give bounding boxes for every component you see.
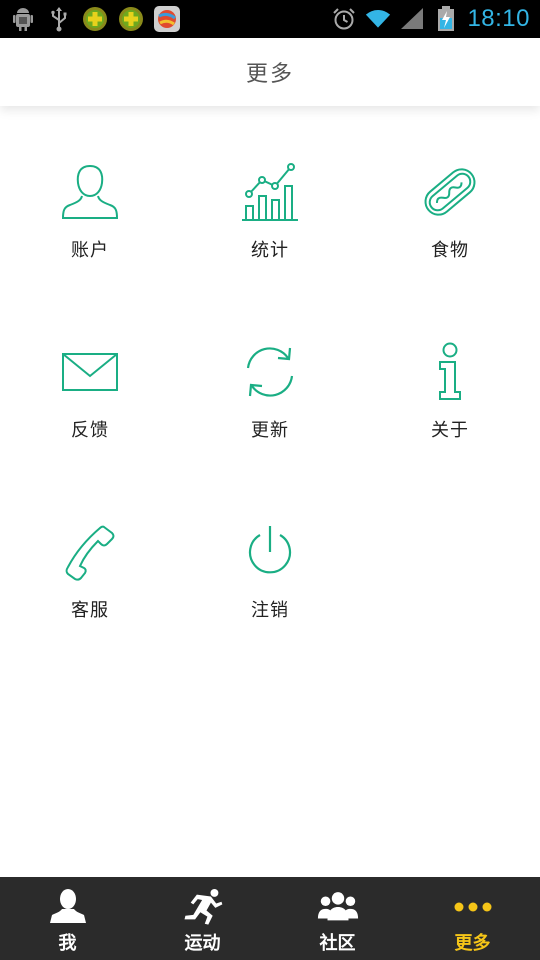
page-header: 更多 bbox=[0, 38, 540, 106]
customer-service-phone-icon bbox=[58, 522, 122, 582]
app-plus-icon bbox=[82, 6, 108, 32]
status-bar-system: 18:10 bbox=[331, 4, 530, 34]
grid-item-label: 统计 bbox=[251, 240, 289, 261]
bottom-nav: 我 运动 社区 更多 bbox=[0, 877, 540, 960]
grid-item-about[interactable]: 关于 bbox=[360, 286, 540, 441]
alarm-icon bbox=[331, 6, 357, 32]
runner-icon bbox=[181, 885, 225, 929]
community-icon bbox=[316, 885, 360, 929]
statistics-icon bbox=[238, 162, 302, 222]
feedback-mail-icon bbox=[58, 342, 122, 402]
page-title: 更多 bbox=[245, 62, 294, 87]
nav-label: 更多 bbox=[454, 933, 491, 954]
grid-item-update[interactable]: 更新 bbox=[180, 286, 360, 441]
grid-item-label: 注销 bbox=[251, 600, 289, 621]
more-dots-icon bbox=[451, 885, 495, 929]
logout-power-icon bbox=[238, 522, 302, 582]
nav-item-more[interactable]: 更多 bbox=[405, 877, 540, 960]
signal-icon bbox=[399, 6, 425, 32]
grid-item-food[interactable]: 食物 bbox=[360, 106, 540, 261]
wifi-icon bbox=[365, 6, 391, 32]
grid-item-label: 关于 bbox=[431, 420, 469, 441]
grid-item-feedback[interactable]: 反馈 bbox=[0, 286, 180, 441]
grid-item-label: 食物 bbox=[431, 240, 469, 261]
nav-label: 运动 bbox=[184, 933, 221, 954]
android-debug-icon bbox=[10, 6, 36, 32]
status-time: 18:10 bbox=[467, 5, 530, 32]
nav-item-sport[interactable]: 运动 bbox=[135, 877, 270, 960]
about-info-icon bbox=[418, 342, 482, 402]
grid-item-logout[interactable]: 注销 bbox=[180, 466, 360, 621]
person-icon bbox=[46, 885, 90, 929]
grid-item-label: 客服 bbox=[71, 600, 109, 621]
app-ball-icon bbox=[154, 6, 180, 32]
grid-item-statistics[interactable]: 统计 bbox=[180, 106, 360, 261]
nav-label: 我 bbox=[58, 933, 77, 954]
food-hotdog-icon bbox=[418, 162, 482, 222]
grid-item-account[interactable]: 账户 bbox=[0, 106, 180, 261]
battery-charging-icon bbox=[433, 6, 459, 32]
status-bar: 18:10 bbox=[0, 0, 540, 38]
nav-item-me[interactable]: 我 bbox=[0, 877, 135, 960]
grid-item-customer-service[interactable]: 客服 bbox=[0, 466, 180, 621]
usb-icon bbox=[46, 6, 72, 32]
nav-label: 社区 bbox=[319, 933, 356, 954]
grid-item-label: 账户 bbox=[71, 240, 109, 261]
status-bar-notifications bbox=[10, 4, 180, 34]
nav-item-community[interactable]: 社区 bbox=[270, 877, 405, 960]
update-refresh-icon bbox=[238, 342, 302, 402]
grid-item-label: 反馈 bbox=[71, 420, 109, 441]
app-plus-icon bbox=[118, 6, 144, 32]
grid-item-label: 更新 bbox=[251, 420, 289, 441]
account-icon bbox=[58, 162, 122, 222]
